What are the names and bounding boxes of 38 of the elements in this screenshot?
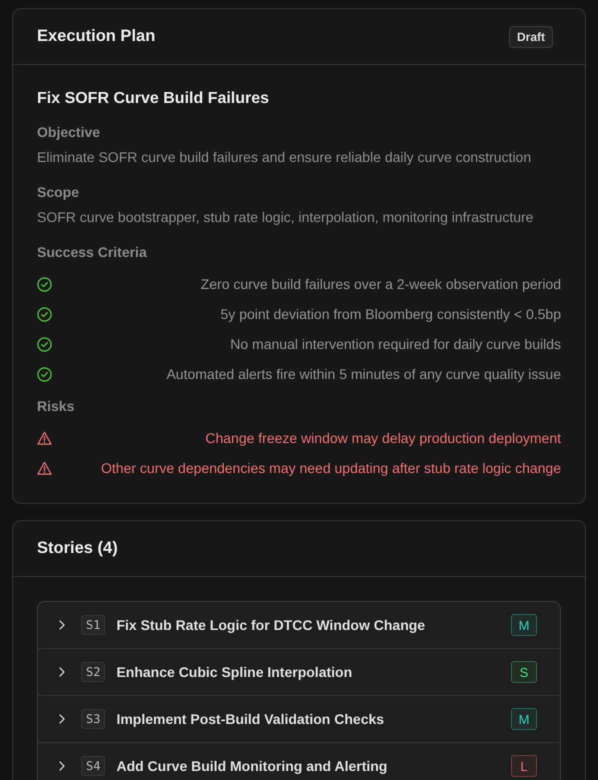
card-title: Execution Plan [37, 27, 156, 46]
size-tag: M [511, 708, 537, 730]
section-text: SOFR curve bootstrapper, stub rate logic, interpolation, monitoring infrastructure [37, 209, 534, 225]
card-title: Stories (4) [37, 539, 118, 558]
size-tag: S [511, 661, 537, 683]
criterion-text: No manual intervention required for daily curve builds [230, 336, 561, 352]
check-circle-icon [37, 306, 52, 322]
warning-icon [37, 460, 52, 476]
size-tag: L [511, 755, 537, 777]
story-id: S3 [81, 709, 106, 729]
story-row[interactable]: S4 Add Curve Build Monitoring and Alerting L [38, 743, 560, 780]
section-label: Success Criteria [37, 244, 148, 260]
criterion-text: Automated alerts fire within 5 minutes of any curve quality issue [166, 366, 561, 382]
check-circle-icon [37, 336, 52, 352]
check-circle-icon [37, 276, 52, 292]
story-id: S4 [81, 756, 106, 776]
story-row[interactable]: S1 Fix Stub Rate Logic for DTCC Window Change M [38, 602, 560, 649]
section-label: Objective [37, 124, 102, 140]
story-title: Add Curve Build Monitoring and Alerting [116, 758, 388, 774]
size-tag: M [511, 614, 537, 636]
story-row[interactable]: S2 Enhance Cubic Spline Interpolation S [38, 649, 560, 696]
story-id: S1 [81, 615, 106, 635]
criterion-text: 5y point deviation from Bloomberg consistently < 0.5bp [220, 306, 561, 322]
criterion-text: Zero curve build failures over a 2-week observation period [200, 276, 561, 292]
plan-title: Fix SOFR Curve Build Failures [37, 90, 270, 108]
check-circle-icon [37, 366, 52, 382]
story-title: Enhance Cubic Spline Interpolation [116, 664, 354, 680]
section-text: Eliminate SOFR curve build failures and ensure reliable daily curve construction [37, 149, 532, 165]
story-row[interactable]: S3 Implement Post-Build Validation Checks M [38, 696, 560, 743]
story-title: Fix Stub Rate Logic for DTCC Window Change [116, 617, 426, 633]
story-id: S2 [81, 662, 106, 682]
warning-icon [37, 430, 52, 446]
risk-text: Change freeze window may delay production deployment [205, 430, 561, 446]
section-label: Risks [37, 398, 76, 414]
story-title: Implement Post-Build Validation Checks [116, 711, 386, 727]
risk-text: Other curve dependencies may need updating after stub rate logic change [101, 460, 561, 476]
section-label: Scope [37, 184, 80, 200]
status-badge: Draft [508, 26, 553, 48]
